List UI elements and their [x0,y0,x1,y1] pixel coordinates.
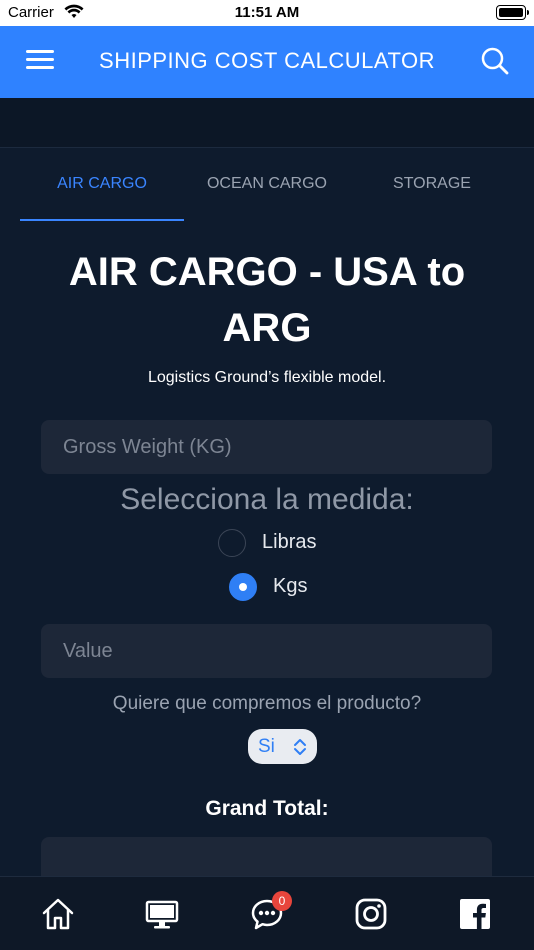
radio-circle-checked[interactable] [229,573,257,601]
status-time: 11:51 AM [234,4,300,21]
page-title: AIR CARGO - USA to ARG [68,250,466,350]
battery-icon [496,5,529,20]
status-bar: Carrier 11:51 AM [0,0,534,26]
radio-libras-label: Libras [262,531,317,553]
grand-total-label: Grand Total: [205,797,329,820]
chat-badge: 0 [272,891,292,911]
radio-kgs-label: Kgs [273,575,308,597]
instagram-icon[interactable] [354,897,388,931]
facebook-icon[interactable] [458,897,492,931]
cargo-tabs: AIR CARGO OCEAN CARGO STORAGE [20,149,514,221]
chevron-up-down-icon [293,738,307,756]
measure-label: Selecciona la medida: [120,483,414,516]
buy-select[interactable]: Si [248,729,317,764]
home-icon[interactable] [41,897,75,931]
app-header: SHIPPING COST CALCULATOR [0,26,534,98]
value-input[interactable] [41,624,492,678]
tab-ocean-cargo[interactable]: OCEAN CARGO [185,149,349,221]
buy-select-value: Si [258,736,275,757]
buy-question: Quiere que compremos el producto? [112,693,422,714]
tab-air-cargo[interactable]: AIR CARGO [20,149,184,221]
app-title: SHIPPING COST CALCULATOR [99,48,435,73]
search-icon[interactable] [480,46,510,76]
page-subtitle: Logistics Ground’s flexible model. [147,369,387,386]
tab-storage[interactable]: STORAGE [350,149,514,221]
gross-weight-input[interactable] [41,420,492,474]
bottom-nav [0,876,534,950]
desktop-icon[interactable] [145,897,179,931]
radio-circle[interactable] [218,529,246,557]
subheader-band [0,98,534,148]
